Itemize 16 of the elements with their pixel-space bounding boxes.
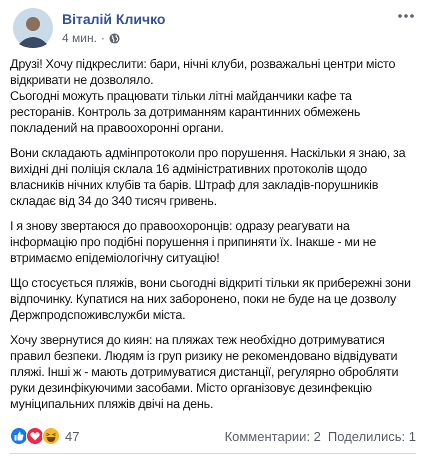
- author-name[interactable]: Віталій Кличко: [62, 11, 389, 27]
- post-paragraph: Хочу звернутися до киян: на пляжах теж необхідно дотримуватися правил безпеки. Людям із груп ризику не рекомендовано відвідувати пляжі. Інші ж - мають дотримуватися дистанції, регулярно обробляти руки дезинфікуючими засобами. Місто організовує дезинфекцію муніципальних пляжів двічі на день.: [10, 332, 400, 412]
- post-paragraph: Вони складають адмінпротоколи про порушення. Наскільки я знаю, за вихідні дні поліція склала 16 адміністративних протоколів щодо власників нічних клубів та барів. Штраф для закладів-порушників складає від 34 до 340 тисяч гривень.: [10, 145, 407, 209]
- avatar[interactable]: [13, 8, 53, 48]
- separator-dot: ·: [100, 31, 105, 45]
- globe-icon: [108, 32, 120, 44]
- like-icon[interactable]: [10, 427, 28, 445]
- laughing-face-icon[interactable]: [42, 427, 60, 445]
- more-options-icon[interactable]: [398, 14, 414, 18]
- post-time[interactable]: 4 мин.: [62, 31, 97, 45]
- shares-count[interactable]: Поделились: 1: [328, 428, 416, 444]
- comments-count[interactable]: Комментарии: 2: [224, 428, 321, 444]
- post-paragraph: Що стосується пляжів, вони сьогодні відкриті тільки як прибережні зони відпочинку. Купатися на них заборонено, поки не буде на це дозволу Держпродспоживслужби міста.: [10, 275, 412, 323]
- post-paragraph: Друзі! Хочу підкреслити: бари, нічні клуби, розважальні центри місто відкривати не дозволяло. Сьогодні можуть працювати тільки літні майданчики кафе та ресторанів. Контроль за дотриманням карантинних обмежень покладений на правоохоронні органи.: [10, 56, 396, 136]
- reaction-count[interactable]: 47: [65, 428, 80, 444]
- post-paragraph: І я знову звертаюся до правоохоронців: одразу реагувати на інформацію про подібні порушення і припиняти їх. Інакше - ми не втримаємо епідеміологічну ситуацію!: [10, 218, 378, 266]
